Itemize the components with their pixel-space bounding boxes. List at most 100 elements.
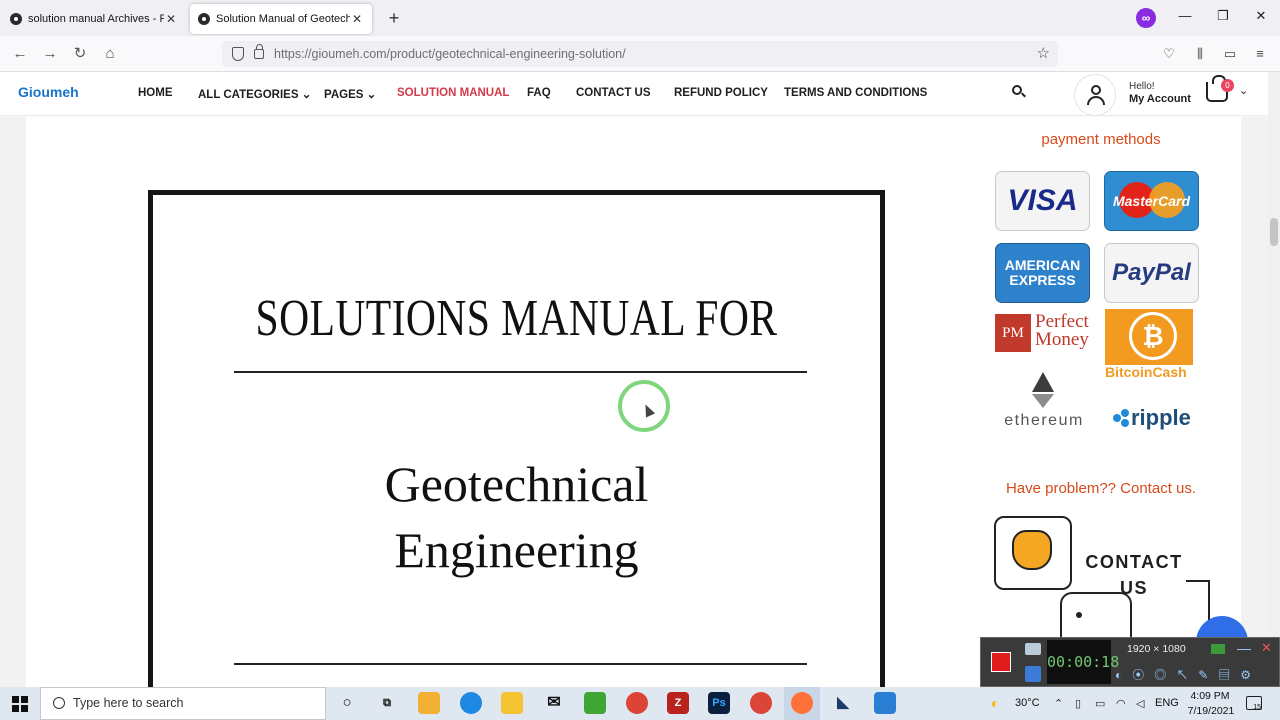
tab-close-icon[interactable]: ✕ xyxy=(164,12,178,26)
library-icon[interactable]: ⫼ xyxy=(1191,45,1209,63)
waving-hand-icon xyxy=(1012,530,1052,570)
mastercard-text: MasterCard xyxy=(1112,193,1191,209)
my-account-link[interactable]: My Account xyxy=(1129,93,1191,105)
address-bar[interactable]: https://gioumeh.com/product/geotechnical… xyxy=(222,41,1058,67)
camtasia-icon[interactable] xyxy=(584,692,606,714)
bitcoin-icon: ₿ xyxy=(1129,312,1177,360)
chrome-alt-icon[interactable] xyxy=(750,692,772,714)
nav-home[interactable]: HOME xyxy=(138,87,173,99)
clock-date[interactable]: 7/19/2021 xyxy=(1183,705,1239,717)
cortana-icon[interactable]: ○ xyxy=(336,692,358,714)
photoshop-icon[interactable]: Ps xyxy=(708,692,730,714)
bitcoin-cash-text: BitcoinCash xyxy=(1105,364,1187,380)
nav-all-categories[interactable]: ALL CATEGORIES ⌄ xyxy=(198,87,311,101)
nav-pages[interactable]: PAGES ⌄ xyxy=(324,87,376,101)
chat-bubble-icon[interactable] xyxy=(994,516,1072,590)
site-header: Gioumeh HOME ALL CATEGORIES ⌄ PAGES ⌄ SO… xyxy=(0,72,1268,116)
forward-arrow-icon[interactable]: → xyxy=(40,44,60,64)
page-scrollbar[interactable] xyxy=(1268,72,1280,687)
clock-time[interactable]: 4:09 PM xyxy=(1188,690,1232,702)
taskbar-search-input[interactable]: Type here to search xyxy=(40,687,326,720)
nav-terms-and-conditions[interactable]: TERMS AND CONDITIONS xyxy=(784,87,927,99)
store-icon[interactable] xyxy=(418,692,440,714)
file-explorer-icon[interactable] xyxy=(501,692,523,714)
tracking-shield-icon[interactable] xyxy=(232,47,244,61)
visa-logo: VISA xyxy=(995,171,1090,231)
site-logo[interactable]: Gioumeh xyxy=(18,84,79,100)
firefox-icon[interactable] xyxy=(791,692,813,714)
ethereum-icon xyxy=(1032,372,1054,408)
book-divider xyxy=(234,371,807,373)
browser-tab-geotechnical[interactable]: Solution Manual of Geotechnic ✕ xyxy=(190,4,372,34)
app-blue-icon[interactable]: ◣ xyxy=(832,692,854,714)
url-text[interactable]: https://gioumeh.com/product/geotechnical… xyxy=(274,47,626,61)
account-greeting: Hello! xyxy=(1129,81,1155,92)
window-close-button[interactable]: ✕ xyxy=(1251,8,1271,24)
filezilla-icon[interactable]: Z xyxy=(667,692,689,714)
amex-text: EXPRESS xyxy=(1009,272,1076,288)
wifi-icon[interactable]: ◠ xyxy=(1116,697,1126,710)
perfect-money-text: Money xyxy=(1035,329,1089,350)
contact-title: Have problem?? Contact us. xyxy=(1005,480,1197,497)
perfect-money-logo: Perfect Money xyxy=(1035,312,1089,350)
language-indicator[interactable]: ENG xyxy=(1155,697,1179,709)
account-button[interactable] xyxy=(1074,74,1116,116)
window-maximize-button[interactable]: ❐ xyxy=(1213,8,1233,24)
recorder-close-icon[interactable]: ✕ xyxy=(1261,640,1272,656)
scrollbar-thumb[interactable] xyxy=(1270,218,1278,246)
chrome-icon[interactable] xyxy=(626,692,648,714)
pocket-icon[interactable]: ♡ xyxy=(1160,45,1178,63)
private-extension-icon[interactable]: ∞ xyxy=(1136,8,1156,28)
photos-icon[interactable] xyxy=(874,692,896,714)
weather-icon[interactable]: ◐ xyxy=(991,695,999,711)
mail-icon[interactable]: ✉ xyxy=(543,692,565,714)
volume-icon[interactable]: ◁ xyxy=(1136,697,1144,710)
ripple-text: ripple xyxy=(1131,405,1191,430)
book-subject-line: Engineering xyxy=(394,522,639,578)
recorder-minimize-icon[interactable]: — xyxy=(1237,640,1251,656)
window-minimize-button[interactable]: — xyxy=(1175,8,1195,23)
camera-icon[interactable] xyxy=(1025,643,1041,655)
reload-icon[interactable]: ↻ xyxy=(70,44,90,64)
screen-recorder-widget: 00:00:18 1920 × 1080 ◐⦿◎↖✎▤⚙ — ✕ xyxy=(980,637,1280,687)
user-icon xyxy=(1087,85,1105,105)
tab-title: Solution Manual of Geotechnic xyxy=(216,13,350,25)
tab-title: solution manual Archives - Page xyxy=(28,13,164,25)
chevron-down-icon[interactable]: ⌄ xyxy=(1239,84,1248,97)
product-image[interactable]: SOLUTIONS MANUAL FOR Geotechnical Engine… xyxy=(148,190,885,710)
recorder-tool-icons[interactable]: ◐⦿◎↖✎▤⚙ xyxy=(1115,666,1261,683)
bookmark-star-icon[interactable]: ☆ xyxy=(1037,44,1050,62)
nav-contact-us[interactable]: CONTACT US xyxy=(576,87,651,99)
browser-tab-archives[interactable]: solution manual Archives - Page ✕ xyxy=(2,4,186,34)
site-favicon-icon xyxy=(198,13,210,25)
nav-refund-policy[interactable]: REFUND POLICY xyxy=(674,87,768,99)
back-arrow-icon[interactable]: ← xyxy=(10,44,30,64)
battery-icon[interactable]: ▭ xyxy=(1095,697,1105,710)
tray-chevron-up-icon[interactable]: ⌃ xyxy=(1054,697,1063,710)
edge-icon[interactable] xyxy=(460,692,482,714)
new-tab-button[interactable]: + xyxy=(384,8,404,29)
pause-button[interactable] xyxy=(1025,666,1041,682)
nav-faq[interactable]: FAQ xyxy=(527,87,551,99)
home-icon[interactable]: ⌂ xyxy=(100,44,120,64)
tab-close-icon[interactable]: ✕ xyxy=(350,12,364,26)
lock-icon[interactable] xyxy=(254,44,264,59)
recording-timer: 00:00:18 xyxy=(1047,640,1119,684)
search-icon[interactable] xyxy=(1011,84,1027,100)
menu-hamburger-icon[interactable]: ≡ xyxy=(1251,45,1269,63)
book-subject-line: Geotechnical xyxy=(384,456,649,512)
browser-navigation-bar: ← → ↻ ⌂ https://gioumeh.com/product/geot… xyxy=(0,36,1280,72)
windows-start-icon[interactable] xyxy=(12,696,28,712)
nav-solution-manual[interactable]: SOLUTION MANUAL xyxy=(397,87,509,99)
perfect-money-icon: PM xyxy=(995,314,1031,352)
screen: solution manual Archives - Page ✕ Soluti… xyxy=(0,0,1280,720)
task-view-icon[interactable]: ⧉ xyxy=(376,692,398,714)
weather-temperature[interactable]: 30°C xyxy=(1015,697,1040,709)
sidebar-icon[interactable]: ▭ xyxy=(1221,45,1239,63)
recording-resolution: 1920 × 1080 xyxy=(1127,643,1186,655)
robot-icon xyxy=(1060,592,1132,640)
recorder-screen-icon[interactable] xyxy=(1211,644,1225,654)
stop-record-button[interactable] xyxy=(991,652,1011,672)
tray-drive-icon[interactable]: ▯ xyxy=(1075,697,1081,710)
notification-center-icon[interactable]: 15 xyxy=(1246,696,1262,711)
